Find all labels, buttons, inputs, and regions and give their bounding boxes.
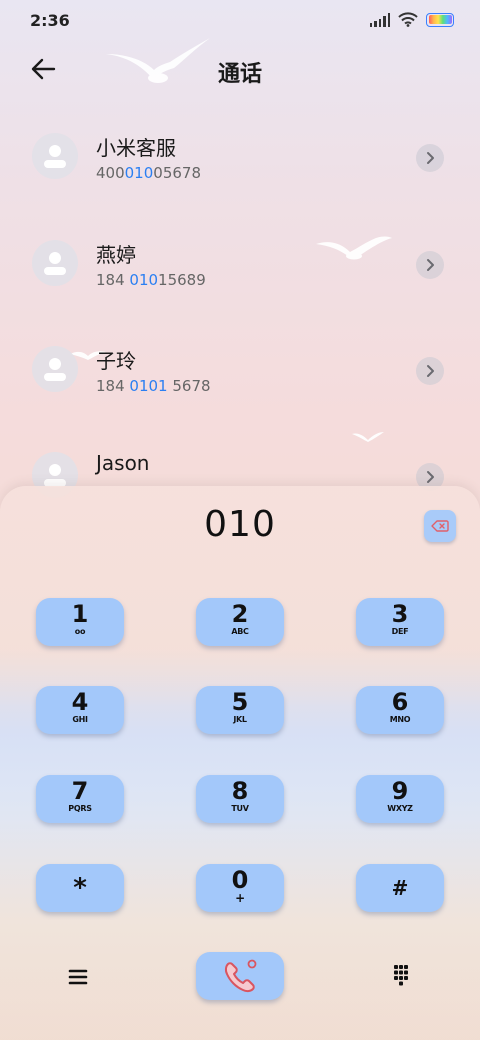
key-6[interactable]: 6 MNO xyxy=(356,686,444,734)
key-digit: 6 xyxy=(391,688,409,716)
key-digit: 7 xyxy=(71,777,89,805)
key-0[interactable]: 0 + xyxy=(196,864,284,912)
key-letters: WXYZ xyxy=(387,804,413,813)
key-digit: 3 xyxy=(391,600,409,628)
key-digit: 4 xyxy=(71,688,89,716)
key-digit: 2 xyxy=(231,600,249,628)
key-digit: 8 xyxy=(231,777,249,805)
contact-row[interactable]: 燕婷 184 01015689 xyxy=(0,211,480,317)
backspace-icon xyxy=(431,520,449,532)
chevron-right-icon xyxy=(427,471,434,483)
key-digit: 0 xyxy=(231,866,249,894)
contact-row[interactable]: 子玲 184 0101 5678 xyxy=(0,317,480,423)
key-8[interactable]: 8 TUV xyxy=(196,775,284,823)
key-4[interactable]: 4 GHI xyxy=(36,686,124,734)
contact-row[interactable]: 小米客服 40001005678 xyxy=(0,104,480,210)
wifi-icon xyxy=(398,12,418,27)
status-bar: 2:36 xyxy=(0,0,480,44)
key-hash[interactable]: # xyxy=(356,864,444,912)
contact-detail-button[interactable] xyxy=(416,251,444,279)
key-letters: TUV xyxy=(231,804,249,813)
avatar xyxy=(32,240,78,286)
contact-number: 40001005678 xyxy=(96,164,201,182)
key-letters: MNO xyxy=(389,715,411,724)
signal-icon xyxy=(369,12,390,27)
contact-name: Jason xyxy=(96,451,150,475)
dialpad-icon xyxy=(394,965,408,986)
key-7[interactable]: 7 PQRS xyxy=(36,775,124,823)
status-time: 2:36 xyxy=(30,11,70,30)
avatar xyxy=(32,346,78,392)
battery-icon xyxy=(426,12,454,27)
key-digit: # xyxy=(391,876,409,900)
avatar xyxy=(32,133,78,179)
key-digit: * xyxy=(73,873,87,903)
hamburger-menu-icon xyxy=(68,969,88,985)
status-icons xyxy=(369,12,454,27)
key-1[interactable]: 1 oo xyxy=(36,598,124,646)
contact-name: 小米客服 xyxy=(96,136,176,160)
key-letters: ABC xyxy=(231,627,249,636)
key-letters: PQRS xyxy=(68,804,92,813)
contact-number: 184 0101 5678 xyxy=(96,377,211,395)
key-5[interactable]: 5 JKL xyxy=(196,686,284,734)
delete-button[interactable] xyxy=(424,510,456,542)
person-icon xyxy=(44,252,66,275)
key-digit: 5 xyxy=(231,688,249,716)
key-star[interactable]: * xyxy=(36,864,124,912)
menu-button[interactable] xyxy=(64,964,92,990)
chevron-right-icon xyxy=(427,365,434,377)
header: 通话 xyxy=(0,44,480,94)
person-icon xyxy=(44,358,66,381)
key-letters: + xyxy=(235,891,245,905)
page-title: 通话 xyxy=(217,62,262,87)
contact-number: 184 01015689 xyxy=(96,271,206,289)
chevron-right-icon xyxy=(427,259,434,271)
contact-name: 子玲 xyxy=(96,349,136,373)
contact-name: 燕婷 xyxy=(96,243,136,267)
phone-icon xyxy=(224,959,257,993)
dialer-panel: 010 1 oo 2 ABC 3 DEF 4 GHI 5 JKL 6 MNO 7… xyxy=(0,486,480,1040)
person-icon xyxy=(44,145,66,168)
key-2[interactable]: 2 ABC xyxy=(196,598,284,646)
voicemail-icon: oo xyxy=(74,627,86,636)
contact-detail-button[interactable] xyxy=(416,357,444,385)
keypad-toggle-button[interactable] xyxy=(388,962,414,990)
chevron-right-icon xyxy=(427,152,434,164)
key-letters: GHI xyxy=(72,715,88,724)
key-digit: 9 xyxy=(391,777,409,805)
key-letters: JKL xyxy=(233,715,247,724)
key-3[interactable]: 3 DEF xyxy=(356,598,444,646)
contact-detail-button[interactable] xyxy=(416,144,444,172)
key-digit: 1 xyxy=(71,600,89,628)
dial-input-display[interactable]: 010 xyxy=(0,504,480,545)
key-9[interactable]: 9 WXYZ xyxy=(356,775,444,823)
key-letters: DEF xyxy=(391,627,409,636)
call-button[interactable] xyxy=(196,952,284,1000)
